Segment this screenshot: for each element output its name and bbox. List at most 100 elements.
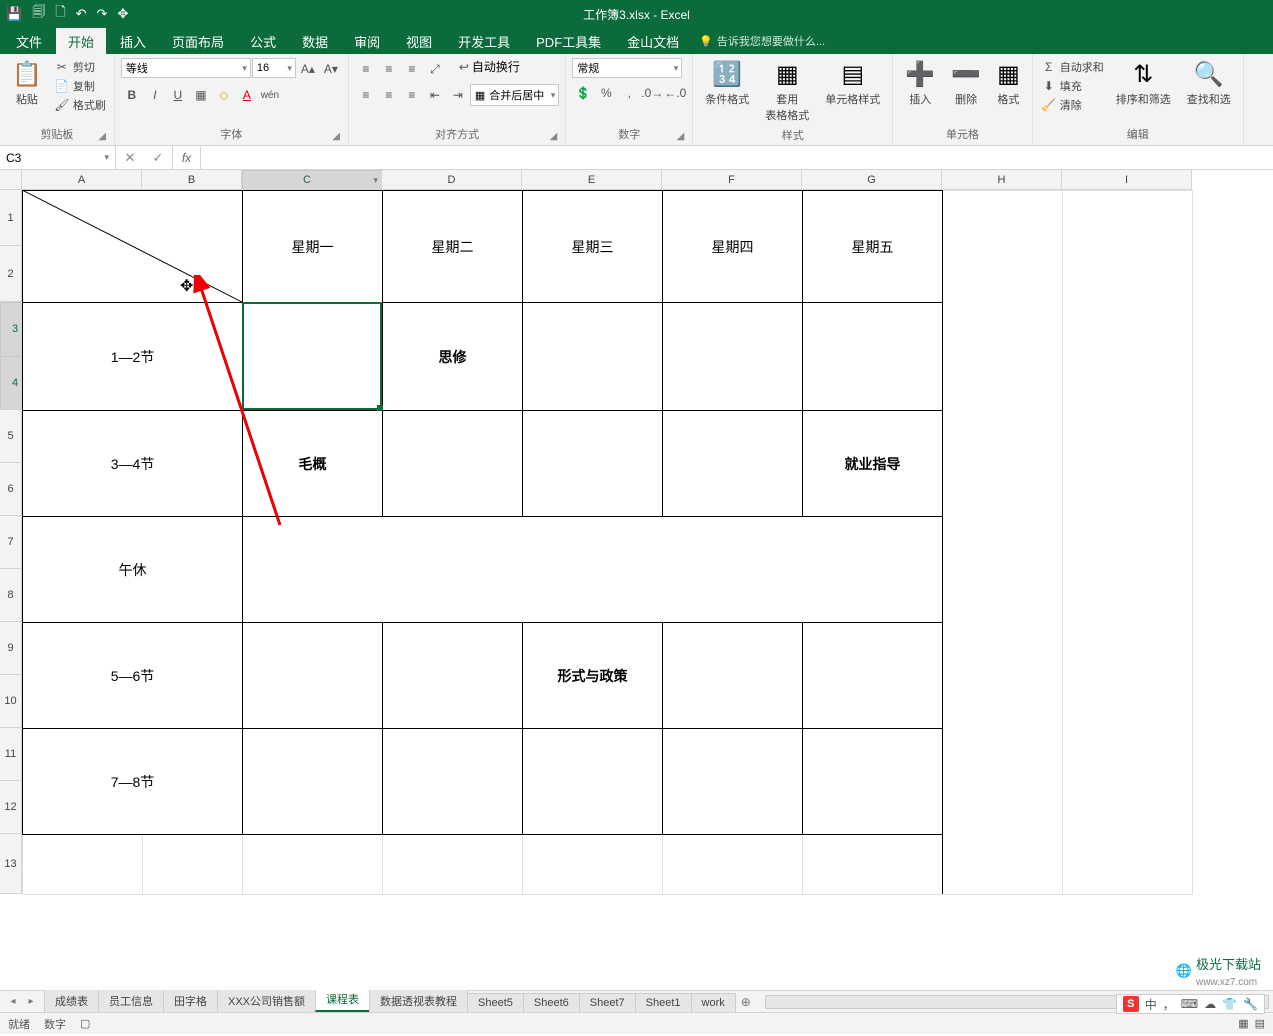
add-sheet-button[interactable]: ⊕ <box>735 995 757 1009</box>
sheet-tab[interactable]: Sheet7 <box>579 993 636 1012</box>
underline-button[interactable]: U <box>167 84 189 106</box>
format-painter-button[interactable]: 🖌格式刷 <box>52 96 108 114</box>
cell[interactable]: 7—8节 <box>23 729 243 835</box>
merge-center-button[interactable]: ▦合并后居中 <box>470 84 559 106</box>
wrap-text-button[interactable]: ↩自动换行 <box>456 58 520 80</box>
view-pagelayout-icon[interactable]: ▤ <box>1255 1017 1265 1030</box>
print-preview-icon[interactable]: 🗋 <box>55 3 65 25</box>
col-header-H[interactable]: H <box>942 170 1062 190</box>
font-color-button[interactable]: A <box>236 84 258 106</box>
row-header-8[interactable]: 8 <box>0 569 22 622</box>
tab-review[interactable]: 审阅 <box>342 28 392 54</box>
ime-cloud-icon[interactable]: ☁ <box>1204 997 1216 1011</box>
sheet-tab[interactable]: 员工信息 <box>98 989 164 1012</box>
font-name-select[interactable]: 等线 <box>121 58 251 78</box>
cell[interactable] <box>523 411 663 517</box>
indent-dec-button[interactable]: ⇤ <box>424 84 446 106</box>
number-format-select[interactable]: 常规 <box>572 58 682 78</box>
redo-icon[interactable]: ↷ <box>97 6 108 22</box>
view-normal-icon[interactable]: ▦ <box>1238 1017 1248 1030</box>
cell[interactable] <box>23 835 143 895</box>
sheet-nav-last[interactable]: ▸ <box>22 996 40 1007</box>
launcher-icon[interactable]: ◢ <box>332 131 340 142</box>
cell[interactable]: 星期四 <box>663 191 803 303</box>
cell[interactable] <box>143 835 243 895</box>
cell[interactable]: 形式与政策 <box>523 623 663 729</box>
increase-decimal-button[interactable]: .0→ <box>641 82 663 104</box>
cell[interactable] <box>523 303 663 411</box>
cell[interactable] <box>803 729 943 835</box>
enter-icon[interactable]: ✓ <box>144 150 172 166</box>
fx-icon[interactable]: fx <box>173 146 201 169</box>
cut-button[interactable]: ✂剪切 <box>52 58 108 76</box>
currency-button[interactable]: 💲 <box>572 82 594 104</box>
cell[interactable]: 思修 <box>383 303 523 411</box>
col-header-I[interactable]: I <box>1062 170 1192 190</box>
comma-button[interactable]: , <box>618 82 640 104</box>
cell[interactable] <box>383 411 523 517</box>
cell[interactable]: 星期三 <box>523 191 663 303</box>
format-cells-button[interactable]: ▦格式 <box>991 58 1026 109</box>
select-all-corner[interactable] <box>0 170 22 190</box>
clear-button[interactable]: 🧹清除 <box>1039 96 1106 114</box>
quickprint-icon[interactable]: 🗐 <box>32 3 45 25</box>
align-right-button[interactable]: ≡ <box>401 84 423 106</box>
cell[interactable] <box>383 623 523 729</box>
increase-font-button[interactable]: A▴ <box>297 58 319 80</box>
undo-icon[interactable]: ↶ <box>76 6 87 22</box>
ime-punc[interactable]: ， <box>1163 996 1175 1013</box>
delete-cells-button[interactable]: ➖删除 <box>945 58 987 109</box>
tab-file[interactable]: 文件 <box>4 28 54 54</box>
tab-home[interactable]: 开始 <box>56 28 106 54</box>
tab-data[interactable]: 数据 <box>290 28 340 54</box>
sheet-tab[interactable]: 田字格 <box>163 989 218 1012</box>
ime-tool-icon[interactable]: 🔧 <box>1243 997 1258 1011</box>
align-left-button[interactable]: ≡ <box>355 84 377 106</box>
autosum-button[interactable]: Σ自动求和 <box>1039 58 1106 76</box>
phonetic-button[interactable]: wén <box>259 84 281 106</box>
cell[interactable]: 星期二 <box>383 191 523 303</box>
cell[interactable] <box>1063 191 1193 895</box>
row-header-9[interactable]: 9 <box>0 622 22 675</box>
macro-record-icon[interactable]: ▢ <box>80 1017 90 1030</box>
cell[interactable] <box>383 729 523 835</box>
find-select-button[interactable]: 🔍查找和选 <box>1181 58 1237 109</box>
row-header-11[interactable]: 11 <box>0 728 22 781</box>
insert-cells-button[interactable]: ➕插入 <box>899 58 941 109</box>
sheet-tab[interactable]: work <box>691 993 736 1012</box>
sheet-nav-first[interactable]: ◂ <box>4 996 22 1007</box>
col-header-E[interactable]: E <box>522 170 662 190</box>
align-middle-button[interactable]: ≡ <box>378 58 400 80</box>
format-as-table-button[interactable]: ▦套用 表格格式 <box>759 58 815 125</box>
conditional-format-button[interactable]: 🔢条件格式 <box>699 58 755 109</box>
cell[interactable] <box>243 729 383 835</box>
tab-pdf[interactable]: PDF工具集 <box>524 28 613 54</box>
row-header-6[interactable]: 6 <box>0 463 22 516</box>
cell[interactable] <box>243 835 383 895</box>
sheet-tab[interactable]: 成绩表 <box>44 989 99 1012</box>
tab-layout[interactable]: 页面布局 <box>160 28 236 54</box>
cell[interactable]: 就业指导 <box>803 411 943 517</box>
formula-input[interactable] <box>201 146 1273 169</box>
sheet-tab[interactable]: XXX公司销售额 <box>217 989 316 1012</box>
cell[interactable] <box>663 303 803 411</box>
copy-button[interactable]: 📄复制 <box>52 77 108 95</box>
row-header-2[interactable]: 2 <box>0 246 22 302</box>
cell[interactable]: 5—6节 <box>23 623 243 729</box>
cell[interactable] <box>803 623 943 729</box>
cell[interactable] <box>803 835 943 895</box>
cell[interactable] <box>243 517 943 623</box>
row-header-10[interactable]: 10 <box>0 675 22 728</box>
italic-button[interactable]: I <box>144 84 166 106</box>
sheet-tab[interactable]: Sheet5 <box>467 993 524 1012</box>
tab-developer[interactable]: 开发工具 <box>446 28 522 54</box>
col-header-G[interactable]: G <box>802 170 942 190</box>
col-header-A[interactable]: A <box>22 170 142 190</box>
col-header-B[interactable]: B <box>142 170 242 190</box>
sheet-tab[interactable]: 课程表 <box>315 987 370 1012</box>
tab-view[interactable]: 视图 <box>394 28 444 54</box>
tab-wps[interactable]: 金山文档 <box>615 28 691 54</box>
tab-formula[interactable]: 公式 <box>238 28 288 54</box>
launcher-icon[interactable]: ◢ <box>98 131 106 142</box>
col-header-D[interactable]: D <box>382 170 522 190</box>
